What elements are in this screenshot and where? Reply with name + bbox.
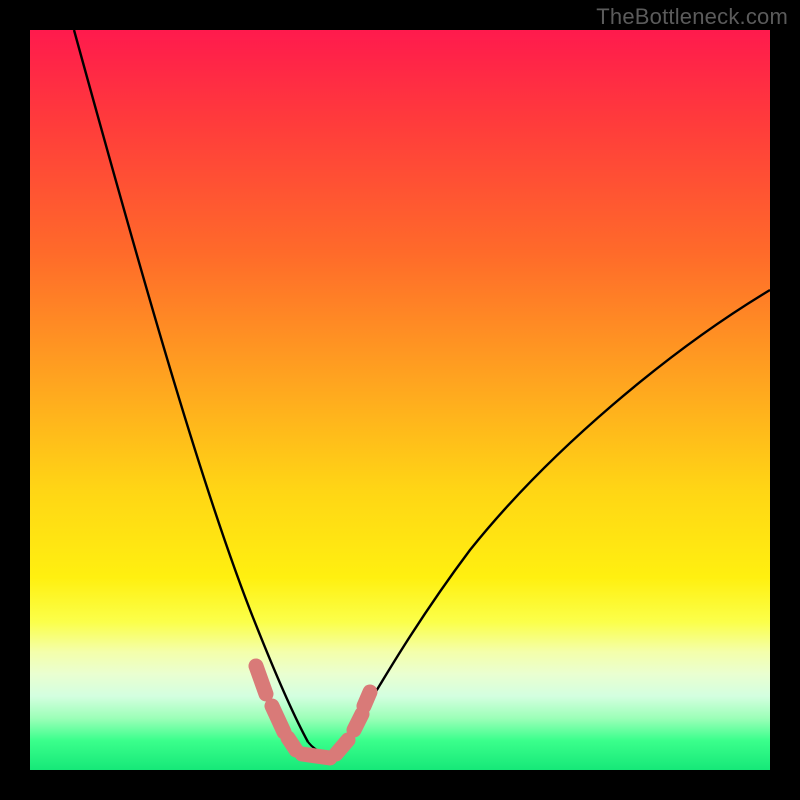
chart-svg (30, 30, 770, 770)
curve-left-arm (74, 30, 308, 742)
chart-frame: TheBottleneck.com (0, 0, 800, 800)
curve-right-arm (346, 290, 770, 742)
watermark-text: TheBottleneck.com (596, 4, 788, 30)
valley-marker-group (256, 666, 370, 758)
chart-plot-area (30, 30, 770, 770)
